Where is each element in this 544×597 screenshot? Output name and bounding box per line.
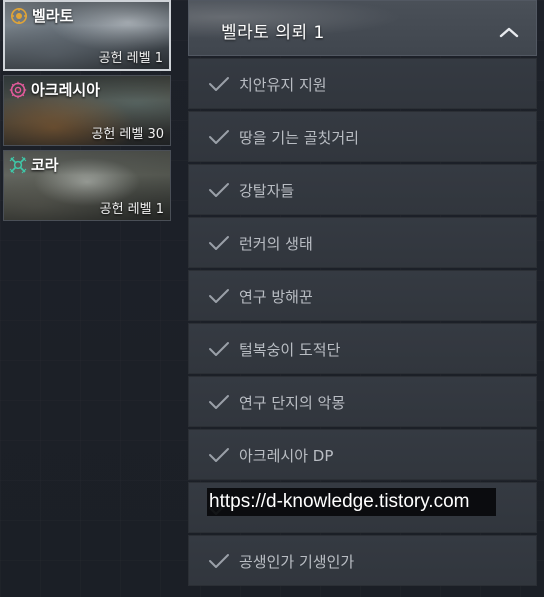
quest-title: 런커의 생태 [239, 235, 313, 253]
checkmark-icon [208, 235, 230, 251]
quest-title: 연구 방해꾼 [239, 288, 313, 306]
quest-title: 강탈자들 [239, 182, 295, 200]
vellato-emblem-icon [10, 7, 28, 25]
checkmark-icon [208, 182, 230, 198]
quest-title: 연구 단지의 악몽 [239, 394, 346, 412]
region-card-acrasia[interactable]: 아크레시아 공헌 레벨 30 [3, 75, 171, 146]
game-quest-window: 벨라토 공헌 레벨 1 아크레시아 공헌 레벨 30 코라 공헌 레벨 1 벨라… [0, 0, 544, 597]
checkmark-icon [208, 129, 230, 145]
quest-row[interactable]: 연구 단지의 악몽 [188, 376, 537, 427]
region-list: 벨라토 공헌 레벨 1 아크레시아 공헌 레벨 30 코라 공헌 레벨 1 [3, 0, 173, 225]
region-name: 코라 [31, 156, 59, 174]
region-name: 벨라토 [32, 7, 74, 25]
contribution-level: 공헌 레벨 1 [99, 202, 164, 217]
quest-title: 땅을 기는 골칫거리 [239, 129, 359, 147]
contribution-level: 공헌 레벨 1 [98, 51, 163, 66]
quest-row[interactable]: 아크레시아 DP [188, 429, 537, 480]
quest-row[interactable]: 털복숭이 도적단 [188, 323, 537, 374]
quest-row[interactable]: 땅을 기는 골칫거리 [188, 111, 537, 162]
quest-title: 공생인가 기생인가 [239, 553, 355, 571]
acrasia-emblem-icon [9, 81, 27, 99]
quest-title: 아크레시아 DP [239, 447, 334, 465]
quest-row[interactable]: 연구 방해꾼 [188, 270, 537, 321]
checkmark-icon [208, 288, 230, 304]
kora-emblem-icon [9, 156, 27, 174]
quest-group-header[interactable]: 벨라토 의뢰 1 [188, 0, 537, 56]
chevron-up-icon[interactable] [499, 23, 519, 38]
checkmark-icon [208, 341, 230, 357]
quest-row[interactable]: 강탈자들 [188, 164, 537, 215]
checkmark-icon [208, 394, 230, 410]
region-card-kora[interactable]: 코라 공헌 레벨 1 [3, 150, 171, 221]
quest-title: 털복숭이 도적단 [239, 341, 341, 359]
region-name: 아크레시아 [31, 81, 101, 99]
checkmark-icon [208, 447, 230, 463]
quest-title: 치안유지 지원 [239, 76, 327, 94]
checkmark-icon [208, 553, 230, 569]
region-card-vellato[interactable]: 벨라토 공헌 레벨 1 [3, 0, 171, 71]
quest-group-title: 벨라토 의뢰 1 [221, 23, 325, 43]
quest-row[interactable]: 공생인가 기생인가 [188, 535, 537, 586]
checkmark-icon [208, 76, 230, 92]
quest-row[interactable]: 치안유지 지원 [188, 58, 537, 109]
watermark: https://d-knowledge.tistory.com [207, 488, 496, 516]
contribution-level: 공헌 레벨 30 [91, 127, 164, 142]
quest-row[interactable]: 런커의 생태 [188, 217, 537, 268]
